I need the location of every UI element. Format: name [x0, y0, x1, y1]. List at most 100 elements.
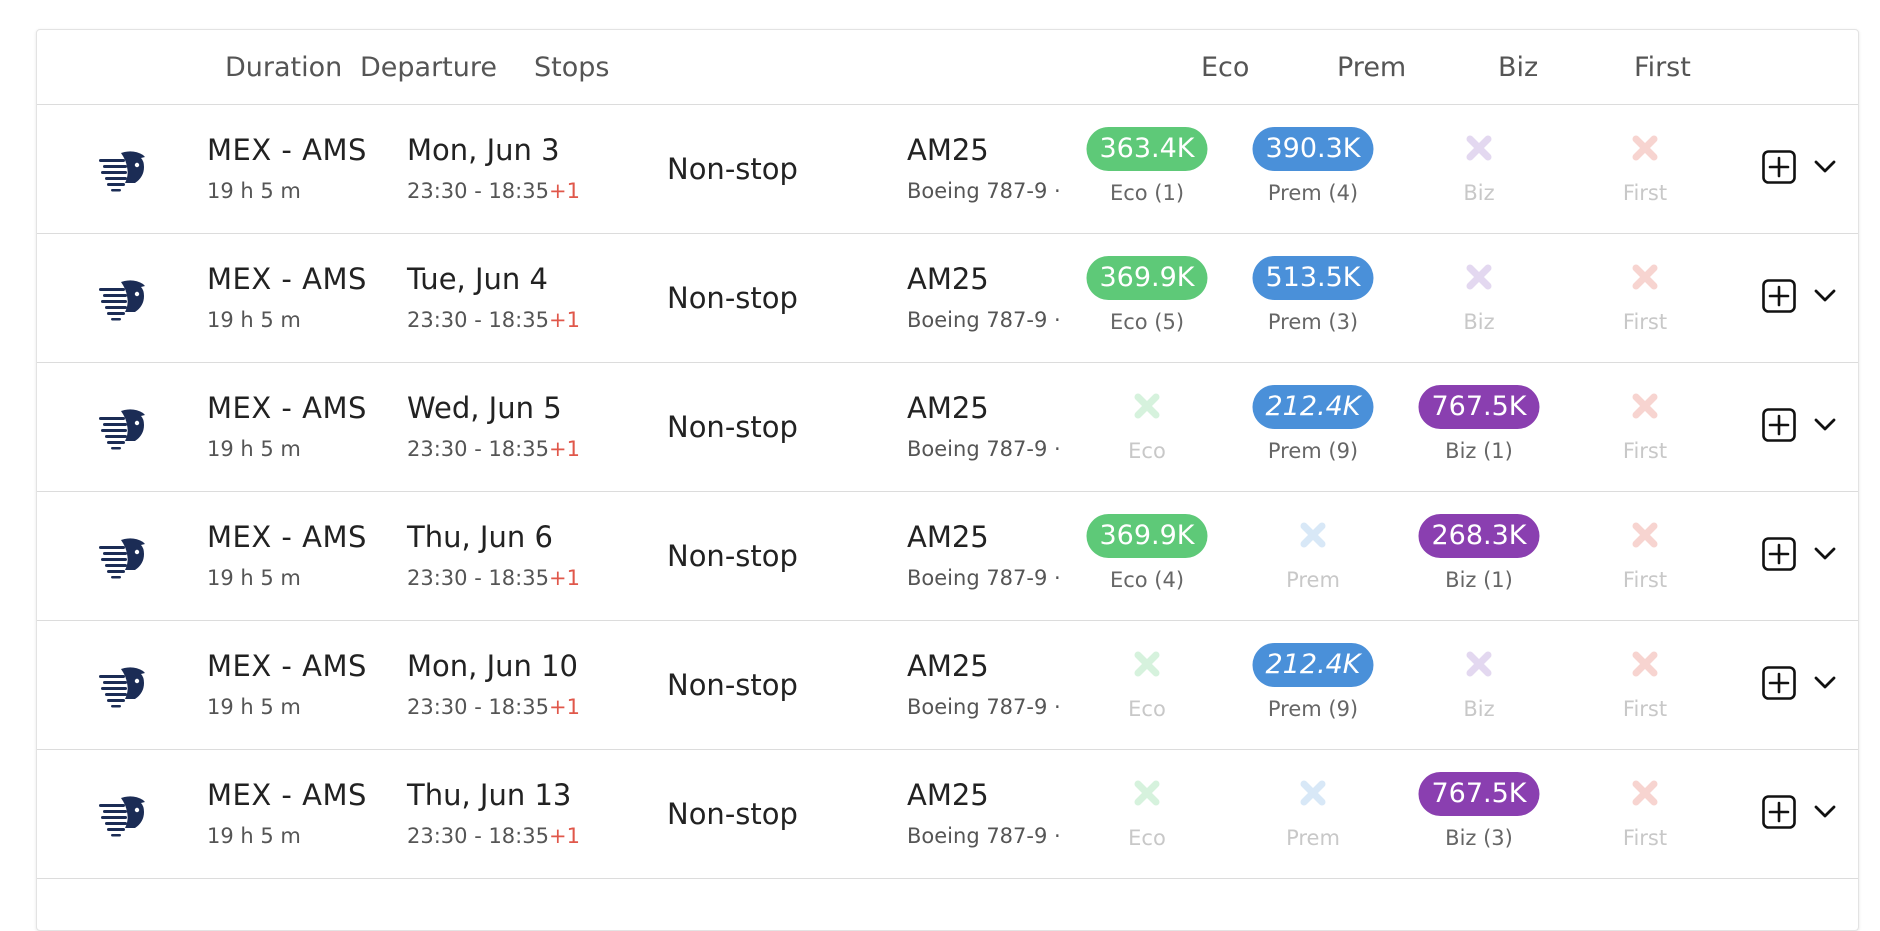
flight-number: AM25	[907, 133, 989, 167]
biz-seats-label: Biz (1)	[1445, 568, 1513, 592]
unavailable-x-icon	[1131, 777, 1163, 809]
unavailable-x-icon	[1463, 132, 1495, 164]
aeromexico-logo-icon	[97, 403, 149, 451]
route-label: MEX - AMS	[207, 391, 367, 425]
biz-cabin-cell[interactable]: 767.5K Biz (3)	[1409, 770, 1549, 866]
flight-row[interactable]: MEX - AMS 19 h 5 m Wed, Jun 5 23:30 - 18:35…	[37, 363, 1858, 492]
first-unavailable-label: First	[1622, 310, 1668, 334]
unavailable-x-icon	[1629, 777, 1661, 809]
duration-label: 19 h 5 m	[207, 824, 301, 848]
first-cabin-cell: First	[1575, 125, 1715, 221]
eco-cabin-cell[interactable]: 369.9K Eco (4)	[1077, 512, 1217, 608]
header-duration[interactable]: Duration	[225, 52, 342, 83]
flight-row[interactable]: MEX - AMS 19 h 5 m Tue, Jun 4 23:30 - 18:35…	[37, 234, 1858, 363]
eco-price-badge[interactable]: 369.9K	[1086, 256, 1208, 300]
unavailable-x-icon	[1463, 261, 1495, 293]
aeromexico-logo-icon	[97, 790, 149, 838]
expand-chevron-down-icon[interactable]	[1813, 544, 1837, 564]
eco-cabin-cell: Eco	[1077, 641, 1217, 737]
prem-cabin-cell[interactable]: 390.3K Prem (4)	[1243, 125, 1383, 221]
first-cabin-cell: First	[1575, 512, 1715, 608]
unavailable-x-icon	[1629, 261, 1661, 293]
day-offset: +1	[548, 308, 580, 332]
prem-cabin-cell[interactable]: 212.4K Prem (9)	[1243, 383, 1383, 479]
biz-unavailable-label: Biz	[1463, 181, 1495, 205]
biz-price-badge[interactable]: 268.3K	[1418, 514, 1540, 558]
stops-label: Non-stop	[667, 281, 798, 315]
departure-times: 23:30 - 18:35+1	[407, 566, 580, 590]
eco-price-badge[interactable]: 363.4K	[1086, 127, 1208, 171]
prem-price-badge[interactable]: 212.4K	[1252, 385, 1374, 429]
flight-number: AM25	[907, 778, 989, 812]
prem-price-badge[interactable]: 390.3K	[1252, 127, 1374, 171]
expand-chevron-down-icon[interactable]	[1813, 673, 1837, 693]
biz-unavailable-label: Biz	[1463, 310, 1495, 334]
time-range: 23:30 - 18:35	[407, 824, 549, 848]
departure-times: 23:30 - 18:35+1	[407, 308, 580, 332]
first-unavailable-label: First	[1622, 568, 1668, 592]
header-stops[interactable]: Stops	[534, 52, 609, 83]
header-departure[interactable]: Departure	[360, 52, 497, 83]
departure-date: Wed, Jun 5	[407, 391, 562, 425]
add-flight-plus-icon[interactable]	[1762, 666, 1796, 700]
expand-chevron-down-icon[interactable]	[1813, 415, 1837, 435]
eco-seats-label: Eco (1)	[1109, 181, 1185, 205]
expand-chevron-down-icon[interactable]	[1813, 802, 1837, 822]
expand-chevron-down-icon[interactable]	[1813, 157, 1837, 177]
add-flight-plus-icon[interactable]	[1762, 279, 1796, 313]
flight-row[interactable]: MEX - AMS 19 h 5 m Mon, Jun 10 23:30 - 18:3…	[37, 621, 1858, 750]
add-flight-plus-icon[interactable]	[1762, 537, 1796, 571]
eco-cabin-cell[interactable]: 369.9K Eco (5)	[1077, 254, 1217, 350]
eco-price-badge[interactable]: 369.9K	[1086, 514, 1208, 558]
prem-cabin-cell[interactable]: 513.5K Prem (3)	[1243, 254, 1383, 350]
aircraft-type: Boeing 787-9 ·	[907, 566, 1061, 590]
biz-price-badge[interactable]: 767.5K	[1418, 385, 1540, 429]
flight-number: AM25	[907, 391, 989, 425]
biz-unavailable-label: Biz	[1463, 697, 1495, 721]
first-unavailable-label: First	[1622, 181, 1668, 205]
route-label: MEX - AMS	[207, 133, 367, 167]
prem-seats-label: Prem (3)	[1267, 310, 1359, 334]
flight-row[interactable]: MEX - AMS 19 h 5 m Thu, Jun 13 23:30 - 18:3…	[37, 750, 1858, 879]
add-flight-plus-icon[interactable]	[1762, 150, 1796, 184]
day-offset: +1	[548, 179, 580, 203]
duration-label: 19 h 5 m	[207, 695, 301, 719]
biz-cabin-cell[interactable]: 767.5K Biz (1)	[1409, 383, 1549, 479]
first-unavailable-label: First	[1622, 826, 1668, 850]
departure-date: Tue, Jun 4	[407, 262, 548, 296]
departure-date: Mon, Jun 3	[407, 133, 560, 167]
add-flight-plus-icon[interactable]	[1762, 795, 1796, 829]
aeromexico-logo-icon	[97, 145, 149, 193]
header-first[interactable]: First	[1634, 52, 1691, 83]
departure-date: Thu, Jun 6	[407, 520, 553, 554]
prem-cabin-cell[interactable]: 212.4K Prem (9)	[1243, 641, 1383, 737]
time-range: 23:30 - 18:35	[407, 179, 549, 203]
prem-price-badge[interactable]: 513.5K	[1252, 256, 1374, 300]
eco-cabin-cell[interactable]: 363.4K Eco (1)	[1077, 125, 1217, 221]
day-offset: +1	[548, 695, 580, 719]
prem-seats-label: Prem (9)	[1267, 697, 1359, 721]
eco-cabin-cell: Eco	[1077, 383, 1217, 479]
flight-row[interactable]: MEX - AMS 19 h 5 m Mon, Jun 3 23:30 - 18:35…	[37, 105, 1858, 234]
prem-price-badge[interactable]: 212.4K	[1252, 643, 1374, 687]
unavailable-x-icon	[1131, 648, 1163, 680]
expand-chevron-down-icon[interactable]	[1813, 286, 1837, 306]
stops-label: Non-stop	[667, 539, 798, 573]
header-prem[interactable]: Prem	[1337, 52, 1406, 83]
add-flight-plus-icon[interactable]	[1762, 408, 1796, 442]
aircraft-type: Boeing 787-9 ·	[907, 695, 1061, 719]
biz-cabin-cell: Biz	[1409, 125, 1549, 221]
time-range: 23:30 - 18:35	[407, 308, 549, 332]
flight-row[interactable]: MEX - AMS 19 h 5 m Thu, Jun 6 23:30 - 18:35…	[37, 492, 1858, 621]
header-biz[interactable]: Biz	[1498, 52, 1538, 83]
unavailable-x-icon	[1297, 777, 1329, 809]
aeromexico-logo-icon	[97, 661, 149, 709]
eco-unavailable-label: Eco	[1128, 826, 1166, 850]
stops-label: Non-stop	[667, 797, 798, 831]
header-eco[interactable]: Eco	[1201, 52, 1249, 83]
aircraft-type: Boeing 787-9 ·	[907, 308, 1061, 332]
time-range: 23:30 - 18:35	[407, 437, 549, 461]
time-range: 23:30 - 18:35	[407, 566, 549, 590]
biz-price-badge[interactable]: 767.5K	[1418, 772, 1540, 816]
biz-cabin-cell[interactable]: 268.3K Biz (1)	[1409, 512, 1549, 608]
